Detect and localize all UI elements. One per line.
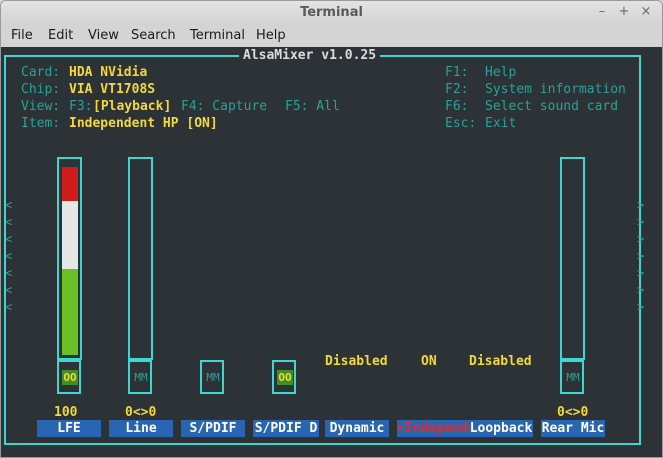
channel-label-spdif-d[interactable]: S/PDIF D	[253, 420, 319, 437]
rear-mic-value: 0<>0	[557, 405, 589, 420]
spdif-d-switch-state: OO	[277, 370, 293, 385]
chip-label: Chip:	[21, 82, 61, 97]
scroll-left-arrow: <	[5, 283, 13, 297]
scroll-right-arrow: >	[637, 232, 645, 246]
channel-label-dynamic[interactable]: Dynamic	[325, 420, 389, 437]
scroll-left-arrow: <	[5, 232, 13, 246]
scroll-left-arrow: <	[5, 249, 13, 263]
menu-view[interactable]: View	[88, 28, 119, 43]
card-value: HDA NVidia	[69, 65, 148, 80]
channel-label-rear-mic[interactable]: Rear Mic	[541, 420, 605, 437]
scroll-right-arrow: >	[637, 215, 645, 229]
line-mute-state: MM	[134, 371, 148, 384]
menu-file[interactable]: File	[11, 28, 33, 43]
help-text-f2: System information	[485, 82, 626, 97]
line-volume-bar[interactable]	[128, 157, 153, 360]
chip-value: VIA VT1708S	[69, 82, 156, 97]
channel-label-loopback[interactable]: Loopback	[469, 420, 533, 437]
lfe-volume-bar[interactable]	[57, 157, 82, 360]
scroll-right-arrow: >	[637, 300, 645, 314]
terminal-area[interactable]: AlsaMixer v1.0.25 Card: HDA NVidia Chip:…	[1, 47, 662, 457]
card-label: Card:	[21, 65, 61, 80]
lfe-mute-box[interactable]: OO	[57, 360, 81, 394]
minimize-button[interactable]: –	[595, 4, 609, 19]
scroll-right-arrow: >	[637, 198, 645, 212]
view-playback[interactable]: [Playback]	[93, 98, 171, 115]
independent-status: ON	[421, 354, 437, 369]
menu-help[interactable]: Help	[256, 28, 286, 43]
line-value: 0<>0	[125, 405, 157, 420]
help-key-f1: F1:	[445, 65, 469, 80]
spdif-switch-box[interactable]: MM	[200, 360, 224, 394]
scroll-right-arrow: >	[637, 249, 645, 263]
spdif-switch-state: MM	[206, 371, 220, 384]
lfe-level-white	[62, 201, 78, 269]
scroll-left-arrow: <	[5, 215, 13, 229]
scroll-left-arrow: <	[5, 300, 13, 314]
item-value: Independent HP [ON]	[69, 116, 218, 131]
help-key-f6: F6:	[445, 99, 469, 114]
title-bar[interactable]: Terminal – + ×	[1, 1, 662, 25]
view-all[interactable]: F5: All	[285, 98, 340, 115]
menu-terminal[interactable]: Terminal	[190, 28, 245, 43]
channel-label-lfe[interactable]: LFE	[37, 420, 101, 437]
dynamic-status: Disabled	[325, 354, 388, 369]
lfe-value: 100	[54, 405, 78, 420]
lfe-level-red	[62, 167, 78, 201]
help-text-esc: Exit	[485, 116, 517, 131]
scroll-left-arrow: <	[5, 266, 13, 280]
item-label: Item:	[21, 116, 61, 131]
lfe-level-green	[62, 269, 78, 355]
view-label: View:	[21, 99, 61, 114]
spdif-d-switch-box[interactable]: OO	[272, 360, 296, 394]
channel-label-independent[interactable]: <Independ>	[397, 420, 475, 437]
rear-mic-volume-bar[interactable]	[560, 157, 585, 360]
maximize-button[interactable]: +	[617, 4, 631, 19]
help-key-f2: F2:	[445, 82, 469, 97]
terminal-window: Terminal – + × File Edit View Search Ter…	[0, 0, 663, 458]
view-f3: F3:	[69, 99, 93, 114]
menu-search[interactable]: Search	[131, 28, 176, 43]
channel-label-line[interactable]: Line	[109, 420, 173, 437]
lfe-mute-state: OO	[62, 370, 78, 385]
help-text-f6: Select sound card	[485, 99, 619, 114]
help-text-f1: Help	[485, 65, 517, 80]
alsamixer-title: AlsaMixer v1.0.25	[239, 47, 381, 64]
help-key-esc: Esc:	[445, 116, 477, 131]
menu-bar: File Edit View Search Terminal Help	[1, 25, 662, 47]
scroll-right-arrow: >	[637, 266, 645, 280]
rear-mic-mute-state: MM	[566, 371, 580, 384]
channel-label-spdif[interactable]: S/PDIF	[181, 420, 245, 437]
scroll-left-arrow: <	[5, 198, 13, 212]
window-title: Terminal	[300, 5, 363, 20]
loopback-status: Disabled	[469, 354, 532, 369]
menu-edit[interactable]: Edit	[48, 28, 73, 43]
view-capture[interactable]: F4: Capture	[181, 98, 267, 115]
scroll-right-arrow: >	[637, 283, 645, 297]
close-button[interactable]: ×	[639, 4, 653, 19]
line-mute-box[interactable]: MM	[128, 360, 152, 394]
rear-mic-mute-box[interactable]: MM	[560, 360, 584, 394]
